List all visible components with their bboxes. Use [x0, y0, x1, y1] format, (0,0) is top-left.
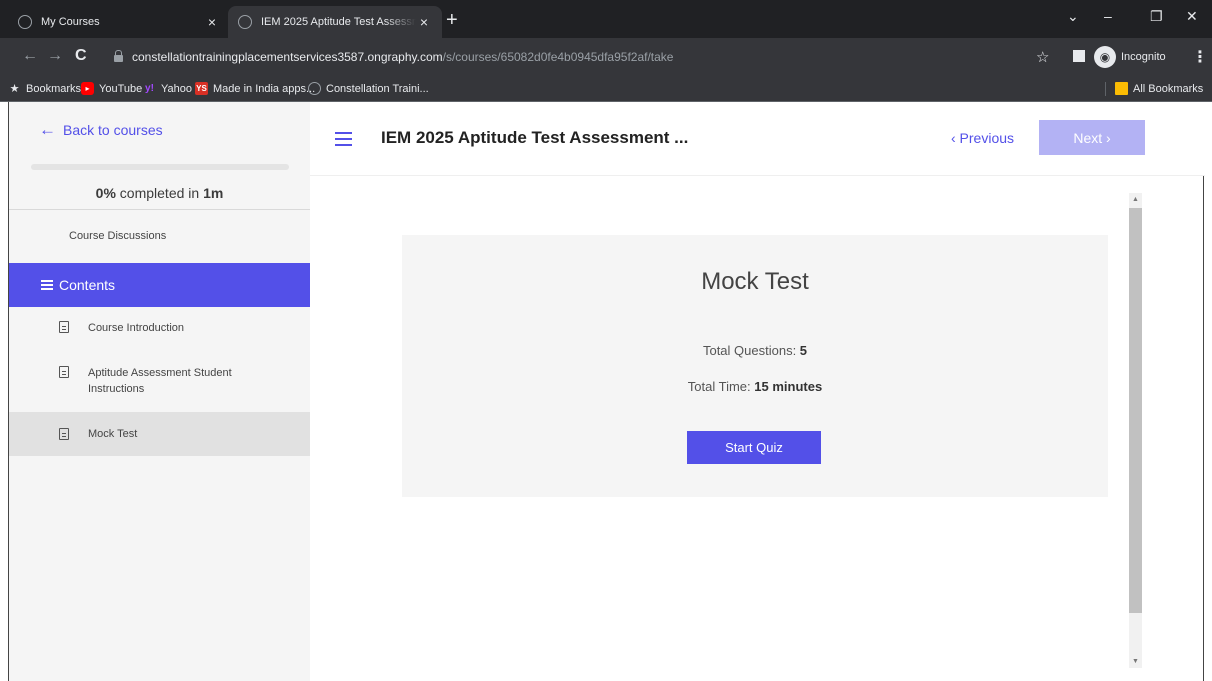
ys-icon: YS	[195, 82, 208, 95]
bookmark-label: YouTube	[99, 82, 143, 95]
course-title: IEM 2025 Aptitude Test Assessment ...	[381, 128, 689, 147]
content-scrollbar[interactable]: ▲ ▼	[1129, 193, 1142, 668]
course-discussions-link[interactable]: Course Discussions	[69, 230, 166, 242]
list-icon	[41, 280, 53, 290]
bookmark-label: Bookmarks	[26, 82, 82, 95]
bookmark-constellation[interactable]: Constellation Traini...	[308, 82, 429, 95]
course-sidebar: ← Back to courses 0% completed in 1m Cou…	[9, 102, 310, 681]
globe-icon	[308, 82, 321, 95]
side-panel-icon[interactable]	[1073, 50, 1085, 62]
minimize-button[interactable]: –	[1104, 8, 1112, 24]
all-bookmarks-button[interactable]: All Bookmarks	[1115, 82, 1203, 95]
quiz-icon	[59, 428, 69, 440]
course-player-page: ← Back to courses 0% completed in 1m Cou…	[8, 102, 1205, 681]
tab-title: IEM 2025 Aptitude Test Assessment	[261, 16, 416, 28]
progress-time: 1m	[203, 185, 224, 201]
contents-header[interactable]: Contents	[9, 263, 310, 307]
lesson-label: Course Introduction	[88, 322, 184, 334]
progress-text: 0% completed in 1m	[9, 185, 310, 201]
close-tab-icon[interactable]: ×	[416, 14, 432, 30]
maximize-button[interactable]: ❐	[1150, 8, 1163, 25]
yahoo-icon: y!	[145, 83, 154, 94]
browser-tab-strip: My Courses × IEM 2025 Aptitude Test Asse…	[0, 0, 1212, 38]
progress-bar	[31, 164, 289, 170]
tab-iem-2025[interactable]: IEM 2025 Aptitude Test Assessment ×	[228, 6, 442, 38]
quiz-card: Mock Test Total Questions: 5 Total Time:…	[402, 235, 1108, 497]
bookmark-yahoo[interactable]: y! Yahoo	[143, 82, 192, 95]
browser-toolbar: ← → C constellationtrainingplacementserv…	[0, 38, 1212, 76]
sidebar-divider	[9, 209, 310, 210]
bookmarks-bar: ★ Bookmarks ▸ YouTube y! Yahoo YS Made i…	[0, 76, 1212, 102]
pdf-icon	[59, 366, 69, 378]
lesson-label: Aptitude Assessment Student Instructions	[88, 367, 232, 395]
scroll-thumb[interactable]	[1129, 208, 1142, 613]
bookmarks-divider	[1105, 82, 1106, 96]
bookmark-label: Constellation Traini...	[326, 82, 429, 95]
scroll-up-icon[interactable]: ▲	[1129, 196, 1142, 203]
tab-my-courses[interactable]: My Courses ×	[8, 6, 230, 38]
back-nav-icon[interactable]: ←	[22, 47, 38, 65]
browser-menu-icon[interactable]: ⋮	[1192, 47, 1208, 67]
start-quiz-button[interactable]: Start Quiz	[687, 431, 821, 464]
incognito-badge[interactable]: ◉ Incognito	[1094, 46, 1166, 68]
quiz-title: Mock Test	[701, 268, 809, 295]
url-path: /s/courses/65082d0fe4b0945dfa95f2af/take	[442, 50, 674, 64]
url-host: constellationtrainingplacementservices35…	[132, 50, 443, 64]
address-bar[interactable]: constellationtrainingplacementservices35…	[108, 43, 1068, 71]
bookmark-label: Yahoo	[161, 82, 192, 95]
scroll-down-icon[interactable]: ▼	[1129, 658, 1142, 665]
questions-value: 5	[799, 343, 808, 358]
youtube-icon: ▸	[81, 82, 94, 95]
hamburger-menu-icon[interactable]	[335, 132, 352, 146]
incognito-icon: ◉	[1094, 46, 1116, 68]
star-icon: ★	[9, 83, 20, 95]
bookmark-star-icon[interactable]: ☆	[1036, 48, 1049, 66]
bookmark-label: Made in India apps...	[213, 82, 316, 95]
tab-search-icon[interactable]: ⌄	[1067, 8, 1079, 25]
time-label: Total Time:	[687, 379, 755, 394]
previous-button[interactable]: ‹ Previous	[951, 130, 1014, 146]
back-to-courses-link[interactable]: ← Back to courses	[39, 120, 163, 139]
back-label: Back to courses	[63, 122, 163, 138]
incognito-label: Incognito	[1121, 51, 1166, 63]
bookmark-made-in-india[interactable]: YS Made in India apps...	[195, 82, 315, 95]
total-questions: Total Questions: 5	[402, 343, 1108, 358]
progress-middle: completed in	[115, 185, 204, 201]
document-icon	[59, 321, 69, 333]
lesson-course-introduction[interactable]: Course Introduction	[9, 320, 310, 336]
tab-title: My Courses	[41, 16, 100, 28]
close-window-button[interactable]: ✕	[1186, 8, 1198, 25]
folder-icon	[1115, 82, 1128, 95]
lesson-aptitude-instructions[interactable]: Aptitude Assessment Student Instructions	[9, 365, 310, 397]
lock-icon[interactable]	[114, 50, 123, 62]
bookmark-bookmarks[interactable]: ★ Bookmarks	[8, 82, 82, 96]
contents-label: Contents	[59, 277, 116, 293]
lesson-label: Mock Test	[88, 428, 138, 440]
bookmark-youtube[interactable]: ▸ YouTube	[81, 82, 142, 95]
reload-icon[interactable]: C	[75, 47, 87, 65]
arrow-left-icon: ←	[39, 120, 56, 139]
new-tab-button[interactable]: +	[446, 10, 458, 30]
globe-icon	[238, 15, 252, 29]
content-header: IEM 2025 Aptitude Test Assessment ... ‹ …	[310, 102, 1205, 176]
close-tab-icon[interactable]: ×	[204, 14, 220, 30]
forward-nav-icon[interactable]: →	[47, 47, 63, 65]
next-button[interactable]: Next ›	[1039, 120, 1145, 155]
progress-percent: 0%	[95, 185, 116, 201]
all-bookmarks-label: All Bookmarks	[1133, 82, 1204, 95]
time-value: 15 minutes	[754, 379, 823, 394]
total-time: Total Time: 15 minutes	[402, 379, 1108, 394]
globe-icon	[18, 15, 32, 29]
lesson-mock-test[interactable]: Mock Test	[9, 412, 310, 456]
questions-label: Total Questions:	[702, 343, 800, 358]
